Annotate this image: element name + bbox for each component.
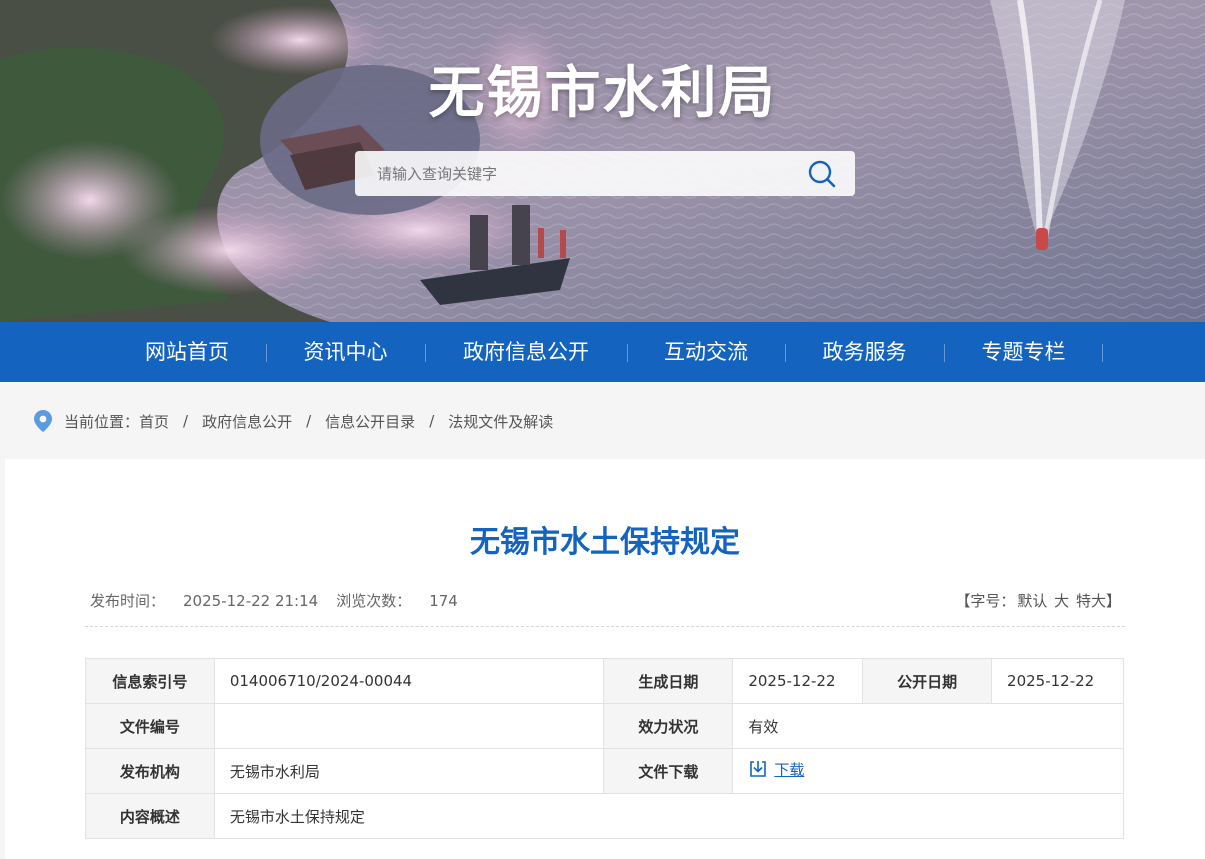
created-date-value: 2025-12-22 — [732, 658, 864, 704]
nav-item-home[interactable]: 网站首页 — [108, 322, 266, 382]
search-input[interactable] — [355, 151, 795, 196]
article-title: 无锡市水土保持规定 — [470, 525, 740, 560]
font-size-open-bracket: 【 — [955, 592, 971, 610]
publisher-label: 发布机构 — [85, 748, 215, 794]
summary-label: 内容概述 — [85, 793, 215, 839]
validity-value: 有效 — [732, 703, 1124, 749]
public-date-label: 公开日期 — [862, 658, 993, 704]
font-size-close-bracket: 】 — [1105, 592, 1121, 610]
table-row: 信息索引号 014006710/2024-00044 生成日期 2025-12-… — [85, 658, 1124, 704]
nav-item-gov-info[interactable]: 政府信息公开 — [425, 322, 627, 382]
document-info-table: 信息索引号 014006710/2024-00044 生成日期 2025-12-… — [85, 658, 1125, 839]
view-count-label: 浏览次数： — [336, 592, 412, 610]
font-size-xlarge[interactable]: 特大 — [1076, 592, 1106, 610]
breadcrumb-separator: / — [306, 412, 312, 430]
created-date-label: 生成日期 — [603, 658, 734, 704]
download-cell: 下载 — [732, 748, 1124, 794]
publish-time: 发布时间： 2025-12-22 21:14 — [90, 592, 318, 610]
search-box — [355, 151, 855, 196]
download-link[interactable]: 下载 — [748, 759, 804, 780]
public-date-value: 2025-12-22 — [991, 658, 1124, 704]
index-no-label: 信息索引号 — [85, 658, 215, 704]
validity-label: 效力状况 — [603, 703, 734, 749]
summary-value: 无锡市水土保持规定 — [213, 793, 1125, 839]
publish-time-label: 发布时间： — [90, 592, 166, 610]
nav-item-topics[interactable]: 专题专栏 — [944, 322, 1103, 382]
download-label: 文件下载 — [603, 748, 734, 794]
doc-no-label: 文件编号 — [85, 703, 215, 749]
nav-item-interaction[interactable]: 互动交流 — [627, 322, 785, 382]
search-icon — [808, 160, 836, 188]
meta-divider — [85, 626, 1125, 627]
table-row: 发布机构 无锡市水利局 文件下载 下载 — [85, 748, 1124, 794]
article-panel: 无锡市水土保持规定 发布时间： 2025-12-22 21:14 浏览次数： 174 … — [5, 459, 1205, 859]
site-title: 无锡市水利局 — [428, 61, 777, 126]
font-size-default[interactable]: 默认 — [1017, 592, 1047, 610]
font-size-label: 字号： — [970, 592, 1016, 610]
publish-time-value: 2025-12-22 21:14 — [183, 592, 319, 610]
download-link-text[interactable]: 下载 — [774, 759, 804, 780]
view-count: 浏览次数： 174 — [336, 592, 458, 610]
search-button[interactable] — [807, 159, 837, 189]
font-size-large[interactable]: 大 — [1054, 592, 1069, 610]
publisher-value: 无锡市水利局 — [213, 748, 605, 794]
index-no-value: 014006710/2024-00044 — [213, 658, 605, 704]
breadcrumb: 当前位置： 首页 / 政府信息公开 / 信息公开目录 / 法规文件及解读 — [34, 409, 553, 433]
view-count-value: 174 — [429, 592, 458, 610]
table-row: 文件编号 效力状况 有效 — [85, 703, 1124, 749]
main-nav: 网站首页 资讯中心 政府信息公开 互动交流 政务服务 专题专栏 — [0, 322, 1205, 382]
breadcrumb-home[interactable]: 首页 — [139, 411, 169, 432]
breadcrumb-separator: / — [429, 412, 435, 430]
breadcrumb-catalog[interactable]: 信息公开目录 — [325, 411, 415, 432]
breadcrumb-prefix: 当前位置： — [64, 412, 140, 431]
table-row: 内容概述 无锡市水土保持规定 — [85, 793, 1125, 839]
location-pin-icon — [34, 410, 52, 432]
font-size-switcher: 【字号： 默认 大 特大】 — [955, 590, 1121, 611]
header-banner: 无锡市水利局 — [0, 0, 1205, 322]
breadcrumb-gov-info[interactable]: 政府信息公开 — [202, 411, 292, 432]
breadcrumb-separator: / — [183, 412, 189, 430]
breadcrumb-regulations[interactable]: 法规文件及解读 — [448, 411, 553, 432]
doc-no-value — [213, 703, 605, 749]
article-meta: 发布时间： 2025-12-22 21:14 浏览次数： 174 — [90, 590, 458, 611]
nav-item-services[interactable]: 政务服务 — [785, 322, 944, 382]
nav-item-news[interactable]: 资讯中心 — [266, 322, 425, 382]
download-icon — [750, 761, 767, 778]
